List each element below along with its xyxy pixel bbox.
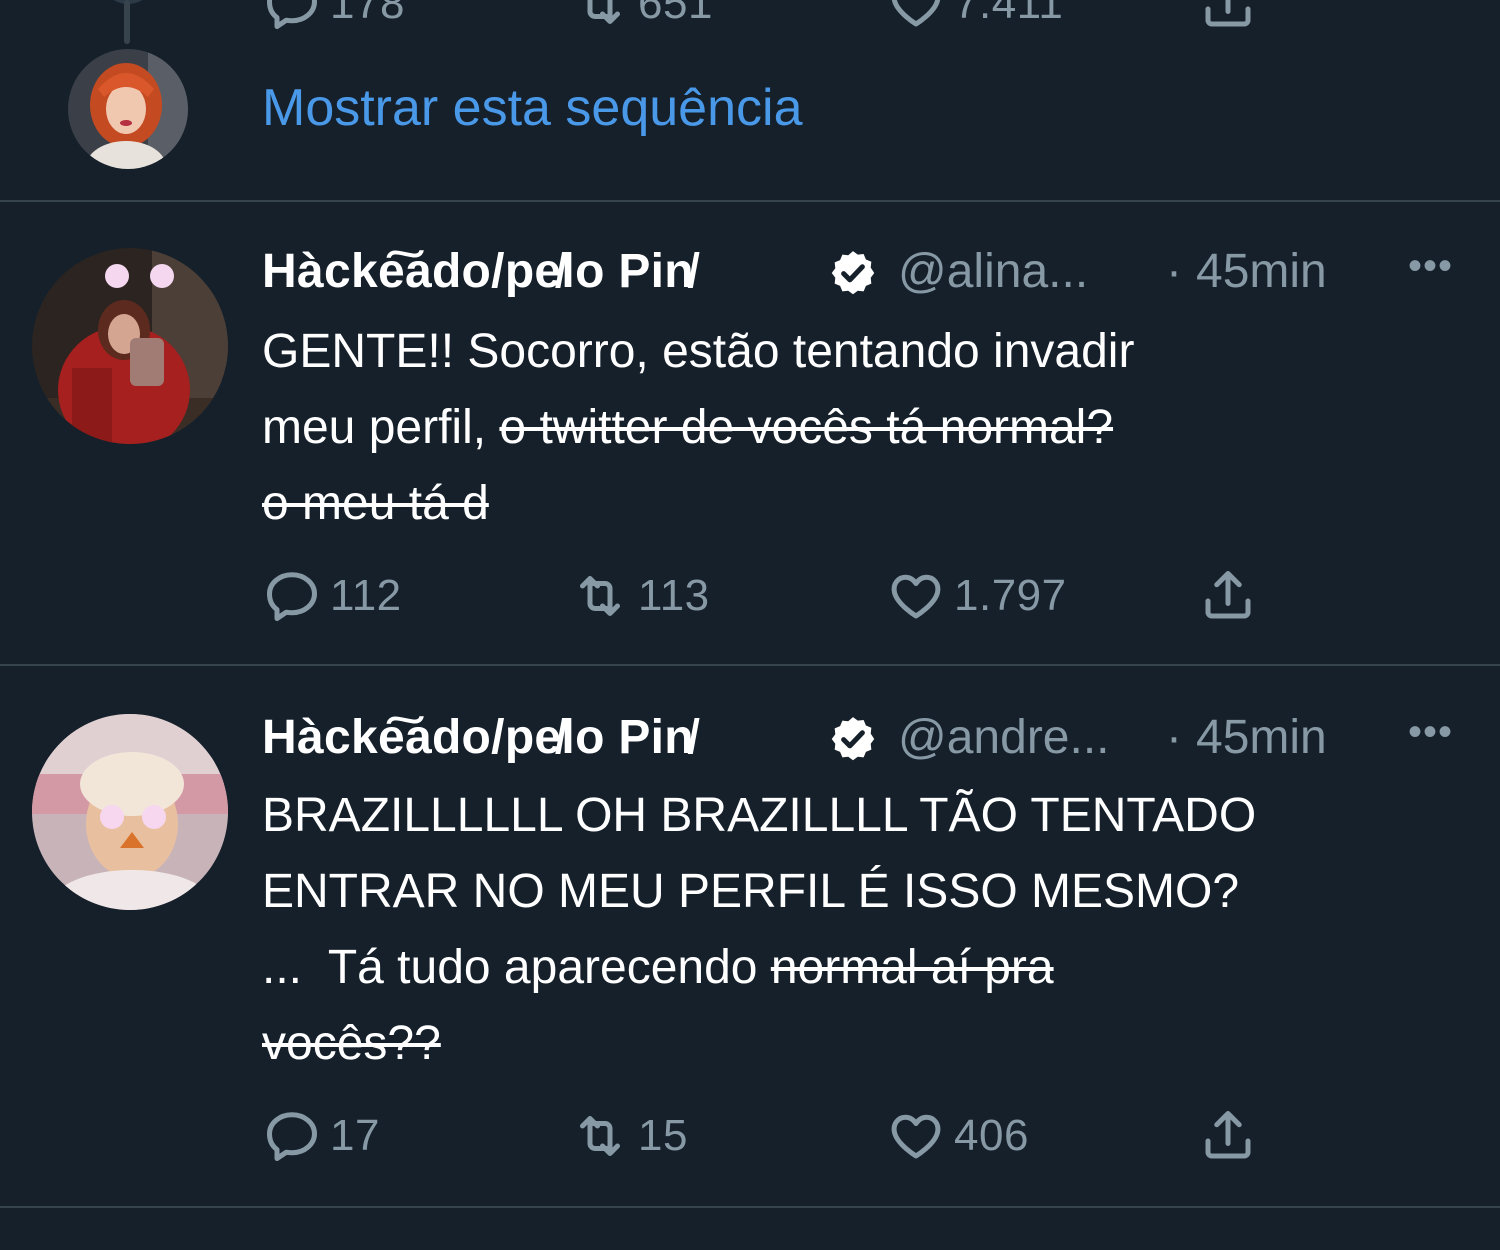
tweet-actions: 17 15 406 bbox=[262, 1104, 1282, 1168]
tweet-text-line: ENTRAR NO MEU PERFIL É ISSO MESMO? bbox=[262, 865, 1240, 918]
user-handle[interactable]: @andre... bbox=[898, 710, 1110, 765]
top-tweet-actions: 178 651 7.411 bbox=[262, 0, 1282, 36]
avatar-image bbox=[68, 49, 188, 169]
share-icon bbox=[1205, 1111, 1251, 1159]
reply-count: 17 bbox=[330, 1111, 380, 1160]
separator-dot: · bbox=[1166, 245, 1182, 298]
reply-count: 112 bbox=[330, 571, 402, 620]
heart-icon bbox=[891, 574, 941, 619]
like-count: 7.411 bbox=[954, 0, 1064, 28]
more-icon[interactable]: ••• bbox=[1408, 244, 1453, 289]
thread-connector-line bbox=[124, 0, 130, 44]
tweet-actions: 112 113 1.797 bbox=[262, 564, 1282, 628]
retweet-count: 113 bbox=[638, 571, 710, 620]
separator-dot: · bbox=[1166, 711, 1182, 764]
reply-button[interactable]: 17 bbox=[262, 1104, 380, 1168]
verified-badge-icon bbox=[831, 251, 875, 295]
retweet-count: 15 bbox=[638, 1111, 688, 1160]
retweet-button[interactable]: 113 bbox=[570, 564, 710, 628]
tweet-text: GENTE!! Socorro, estão tentando invadir … bbox=[262, 314, 1477, 542]
avatar[interactable] bbox=[68, 49, 188, 169]
share-button[interactable] bbox=[1198, 0, 1258, 36]
tweet-text-line: BRAZILLLLLL OH BRAZILLLL TÃO TENTADO bbox=[262, 789, 1257, 842]
like-button[interactable]: 406 bbox=[886, 1104, 1029, 1168]
share-icon bbox=[1205, 571, 1251, 619]
retweet-count: 651 bbox=[638, 0, 713, 28]
like-count: 406 bbox=[954, 1111, 1029, 1160]
tweet-text-glitch: o twitter de vocês tá normal? bbox=[499, 401, 1114, 454]
verified-badge-icon bbox=[831, 717, 875, 761]
divider bbox=[0, 664, 1500, 666]
divider bbox=[0, 1206, 1500, 1208]
more-icon[interactable]: ••• bbox=[1408, 710, 1453, 755]
avatar[interactable] bbox=[32, 714, 228, 910]
reply-button[interactable]: 112 bbox=[262, 564, 402, 628]
tweet-text-glitch: normal aí pra bbox=[770, 941, 1054, 994]
user-handle[interactable]: @alina... bbox=[898, 244, 1088, 299]
like-count: 1.797 bbox=[954, 571, 1067, 620]
tweet-text-line: meu perfil, bbox=[262, 401, 500, 454]
like-button[interactable]: 1.797 bbox=[886, 564, 1067, 628]
reply-icon bbox=[267, 0, 317, 29]
share-button[interactable] bbox=[1198, 1104, 1258, 1168]
reply-count: 178 bbox=[330, 0, 405, 28]
timestamp[interactable]: 45min bbox=[1196, 710, 1327, 765]
display-name[interactable]: Hàcke͠ado/pe̸lo Pin̸ bbox=[262, 710, 694, 765]
avatar-image bbox=[32, 248, 228, 444]
reply-button[interactable]: 178 bbox=[262, 0, 405, 36]
heart-icon bbox=[891, 0, 941, 27]
retweet-icon bbox=[580, 576, 620, 616]
tweet-text-line: GENTE!! Socorro, estão tentando invadir bbox=[262, 325, 1135, 378]
retweet-icon bbox=[580, 1116, 620, 1156]
tweet-text: BRAZILLLLLL OH BRAZILLLL TÃO TENTADO ENT… bbox=[262, 778, 1477, 1082]
retweet-button[interactable]: 15 bbox=[570, 1104, 688, 1168]
share-button[interactable] bbox=[1198, 564, 1258, 628]
like-button[interactable]: 7.411 bbox=[886, 0, 1063, 36]
display-name[interactable]: Hàcke͠ado/pe̸lo Pin̸ bbox=[262, 244, 694, 299]
retweet-button[interactable]: 651 bbox=[570, 0, 713, 36]
tweet-header: Hàcke͠ado/pe̸lo Pin̸ @alina... · 45min •… bbox=[262, 244, 1482, 304]
reply-icon bbox=[267, 572, 317, 621]
divider bbox=[0, 200, 1500, 202]
tweet-header: Hàcke͠ado/pe̸lo Pin̸ @andre... · 45min •… bbox=[262, 710, 1482, 770]
tweet-text-glitch: vocês?? bbox=[262, 1017, 441, 1070]
timestamp[interactable]: 45min bbox=[1196, 244, 1327, 299]
show-thread-link[interactable]: Mostrar esta sequência bbox=[262, 78, 803, 138]
heart-icon bbox=[891, 1114, 941, 1159]
share-icon bbox=[1205, 0, 1251, 27]
tweet-text-glitch: o meu tá d bbox=[262, 477, 489, 530]
avatar-image bbox=[32, 714, 228, 910]
reply-icon bbox=[267, 1112, 317, 1161]
retweet-icon bbox=[587, 0, 620, 24]
avatar[interactable] bbox=[32, 248, 228, 444]
tweet-text-line: ... Tá tudo aparecendo bbox=[262, 941, 771, 994]
